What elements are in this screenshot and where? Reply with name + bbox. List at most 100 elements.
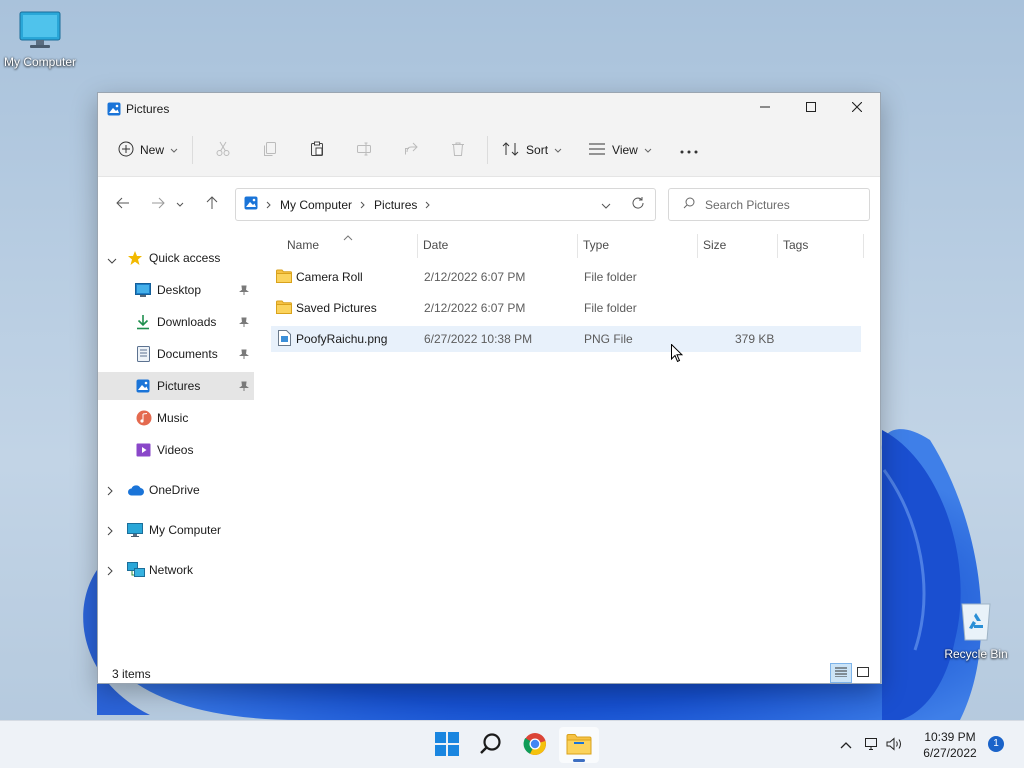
taskbar-search-button[interactable] <box>471 727 511 763</box>
sort-button[interactable]: Sort <box>494 134 570 166</box>
nav-label: Videos <box>157 443 194 457</box>
nav-desktop[interactable]: Desktop <box>98 276 254 304</box>
file-date: 2/12/2022 6:07 PM <box>424 301 526 315</box>
breadcrumb-my-computer[interactable]: My Computer <box>280 198 352 212</box>
column-header-date[interactable]: Date <box>423 230 573 260</box>
rename-button[interactable] <box>340 134 387 166</box>
details-view-button[interactable] <box>830 663 852 683</box>
file-row-camera-roll[interactable]: Camera Roll 2/12/2022 6:07 PM File folde… <box>271 264 861 290</box>
recent-locations-button[interactable] <box>173 189 187 219</box>
title-bar[interactable]: Pictures <box>98 93 880 124</box>
file-name: PoofyRaichu.png <box>296 332 388 346</box>
nav-label: OneDrive <box>149 483 200 497</box>
folder-icon <box>276 300 292 317</box>
large-icons-view-button[interactable] <box>852 663 874 683</box>
arrow-up-icon <box>206 195 218 213</box>
chevron-right-icon[interactable] <box>107 525 113 539</box>
column-header-name[interactable]: Name <box>287 230 415 260</box>
column-header-tags[interactable]: Tags <box>783 230 863 260</box>
more-options-button[interactable] <box>672 134 706 166</box>
close-button[interactable] <box>834 93 880 123</box>
column-divider[interactable] <box>863 234 864 258</box>
status-item-count: 3 items <box>112 667 151 681</box>
maximize-button[interactable] <box>788 93 834 123</box>
minimize-button[interactable] <box>742 93 788 123</box>
nav-downloads[interactable]: Downloads <box>98 308 254 336</box>
chevron-down-icon[interactable] <box>107 253 117 267</box>
system-tray <box>834 721 906 768</box>
cut-button[interactable] <box>199 134 246 166</box>
share-button[interactable] <box>387 134 434 166</box>
breadcrumb-pictures[interactable]: Pictures <box>374 198 417 212</box>
recycle-bin-icon <box>936 598 1016 645</box>
nav-network[interactable]: Network <box>98 556 254 584</box>
close-icon <box>851 101 863 115</box>
view-button[interactable]: View <box>580 134 660 166</box>
documents-icon <box>137 346 150 365</box>
cloud-icon <box>127 484 145 499</box>
column-divider[interactable] <box>417 234 418 258</box>
network-status-button[interactable] <box>858 737 884 754</box>
paste-button[interactable] <box>293 134 340 166</box>
search-input[interactable] <box>705 197 865 212</box>
view-list-icon <box>588 142 606 159</box>
chevron-down-icon <box>554 143 562 157</box>
search-box[interactable] <box>668 188 870 221</box>
column-divider[interactable] <box>777 234 778 258</box>
nav-my-computer[interactable]: My Computer <box>98 516 254 544</box>
forward-button[interactable] <box>143 189 173 219</box>
volume-button[interactable] <box>884 736 906 754</box>
clock[interactable]: 10:39 PM 6/27/2022 <box>915 729 985 761</box>
show-hidden-icons-button[interactable] <box>834 738 858 752</box>
new-label: New <box>140 143 165 157</box>
column-label: Type <box>583 238 610 252</box>
address-history-dropdown[interactable] <box>591 198 621 212</box>
nav-pictures[interactable]: Pictures <box>98 372 254 400</box>
navigation-pane: Quick access Desktop Downloads Documents… <box>98 230 258 650</box>
delete-button[interactable] <box>434 134 481 166</box>
column-divider[interactable] <box>577 234 578 258</box>
start-button[interactable] <box>427 727 467 763</box>
file-row-saved-pictures[interactable]: Saved Pictures 2/12/2022 6:07 PM File fo… <box>271 295 861 321</box>
monitor-icon <box>0 10 80 53</box>
copy-button[interactable] <box>246 134 293 166</box>
address-bar[interactable]: My Computer Pictures <box>235 188 656 221</box>
chevron-right-icon[interactable] <box>107 565 113 579</box>
chrome-button[interactable] <box>515 727 555 763</box>
file-explorer-taskbar-button[interactable] <box>559 727 599 763</box>
network-status-icon <box>863 737 879 754</box>
desktop-icon-label: My Computer <box>3 55 77 69</box>
desktop-icon-my-computer[interactable]: My Computer <box>0 10 80 69</box>
refresh-button[interactable] <box>621 196 655 213</box>
nav-quick-access[interactable]: Quick access <box>98 244 254 272</box>
column-divider[interactable] <box>697 234 698 258</box>
back-button[interactable] <box>108 189 138 219</box>
nav-music[interactable]: Music <box>98 404 254 432</box>
large-icons-view-icon <box>857 666 869 680</box>
file-explorer-icon <box>566 733 592 758</box>
chevron-right-icon <box>360 198 366 212</box>
paste-icon <box>309 141 325 160</box>
column-header-size[interactable]: Size <box>703 230 773 260</box>
chevron-down-icon <box>176 197 184 211</box>
nav-onedrive[interactable]: OneDrive <box>98 476 254 504</box>
nav-documents[interactable]: Documents <box>98 340 254 368</box>
volume-icon <box>886 736 904 754</box>
file-name: Saved Pictures <box>296 301 377 315</box>
chevron-right-icon[interactable] <box>107 485 113 499</box>
taskbar: 10:39 PM 6/27/2022 <box>0 720 1024 768</box>
minimize-icon <box>760 101 770 115</box>
column-header-type[interactable]: Type <box>583 230 693 260</box>
nav-videos[interactable]: Videos <box>98 436 254 464</box>
column-label: Date <box>423 238 449 252</box>
file-type: File folder <box>584 301 637 315</box>
folder-icon <box>276 269 292 286</box>
up-button[interactable] <box>197 189 227 219</box>
desktop-icon-recycle-bin[interactable]: Recycle Bin <box>936 598 1016 661</box>
nav-label: My Computer <box>149 523 222 537</box>
mouse-cursor-icon <box>671 343 684 366</box>
notification-badge[interactable]: 1 <box>988 736 1004 752</box>
file-row-poofyraichu[interactable]: PoofyRaichu.png 6/27/2022 10:38 PM PNG F… <box>271 326 861 352</box>
new-button[interactable]: New <box>110 134 186 166</box>
monitor-icon <box>127 523 143 540</box>
